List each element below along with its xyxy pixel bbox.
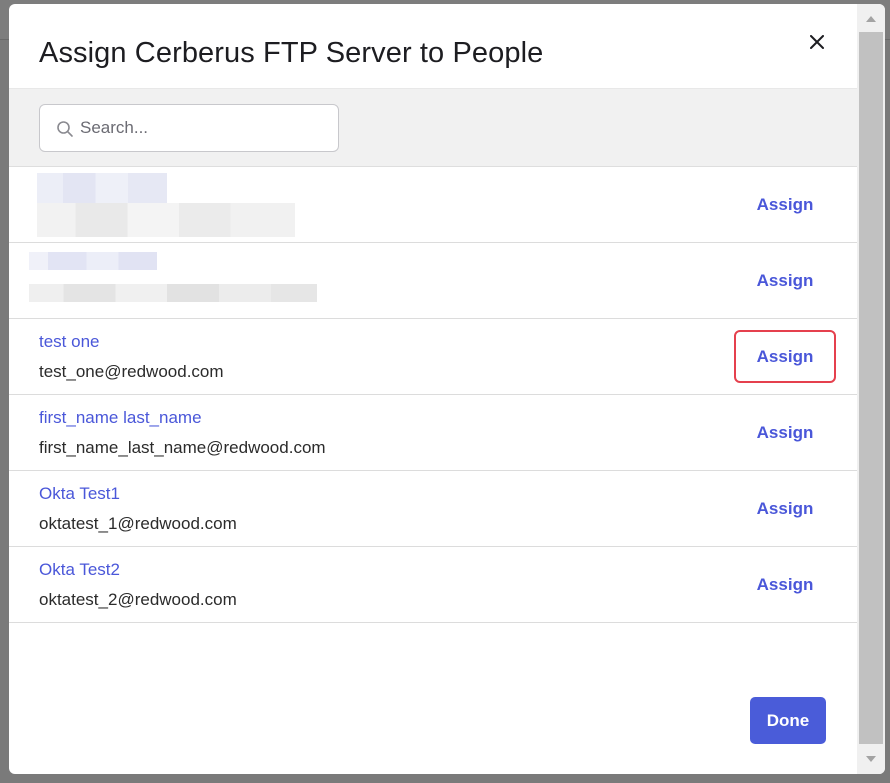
- search-input[interactable]: [80, 105, 330, 151]
- assign-button[interactable]: Assign: [734, 178, 836, 231]
- list-item: Okta Test1 oktatest_1@redwood.com Assign: [9, 471, 857, 547]
- person-email: first_name_last_name@redwood.com: [39, 438, 326, 457]
- redacted-email: [37, 203, 295, 237]
- list-item: first_name last_name first_name_last_nam…: [9, 395, 857, 471]
- assign-button[interactable]: Assign: [734, 330, 836, 383]
- redacted-name: [37, 173, 167, 203]
- person-name[interactable]: test one: [39, 332, 100, 352]
- list-item: Assign: [9, 243, 857, 319]
- search-bar-area: [9, 88, 857, 167]
- assign-button[interactable]: Assign: [734, 558, 836, 611]
- redacted-email: [29, 284, 317, 302]
- search-icon: [57, 121, 73, 137]
- close-button[interactable]: [805, 30, 829, 54]
- assign-button[interactable]: Assign: [734, 254, 836, 307]
- redacted-name: [29, 252, 157, 270]
- person-email: oktatest_1@redwood.com: [39, 514, 237, 533]
- assign-button[interactable]: Assign: [734, 482, 836, 535]
- person-email: test_one@redwood.com: [39, 362, 224, 381]
- list-item: Assign: [9, 167, 857, 243]
- list-item: Okta Test2 oktatest_2@redwood.com Assign: [9, 547, 857, 623]
- modal-title: Assign Cerberus FTP Server to People: [39, 37, 544, 69]
- assign-modal: Assign Cerberus FTP Server to People Ass…: [9, 4, 885, 774]
- person-email: oktatest_2@redwood.com: [39, 590, 237, 609]
- scroll-down-arrow-icon[interactable]: [865, 753, 877, 765]
- scroll-thumb[interactable]: [859, 32, 883, 744]
- person-name[interactable]: Okta Test1: [39, 484, 120, 504]
- close-icon: [810, 35, 824, 49]
- person-name[interactable]: first_name last_name: [39, 408, 202, 428]
- scroll-up-arrow-icon[interactable]: [865, 13, 877, 25]
- scrollbar[interactable]: [857, 4, 885, 774]
- person-name[interactable]: Okta Test2: [39, 560, 120, 580]
- people-list: Assign Assign test one test_one@redwood.…: [9, 167, 857, 623]
- assign-button[interactable]: Assign: [734, 406, 836, 459]
- list-item: test one test_one@redwood.com Assign: [9, 319, 857, 395]
- done-button[interactable]: Done: [750, 697, 826, 744]
- search-box[interactable]: [39, 104, 339, 152]
